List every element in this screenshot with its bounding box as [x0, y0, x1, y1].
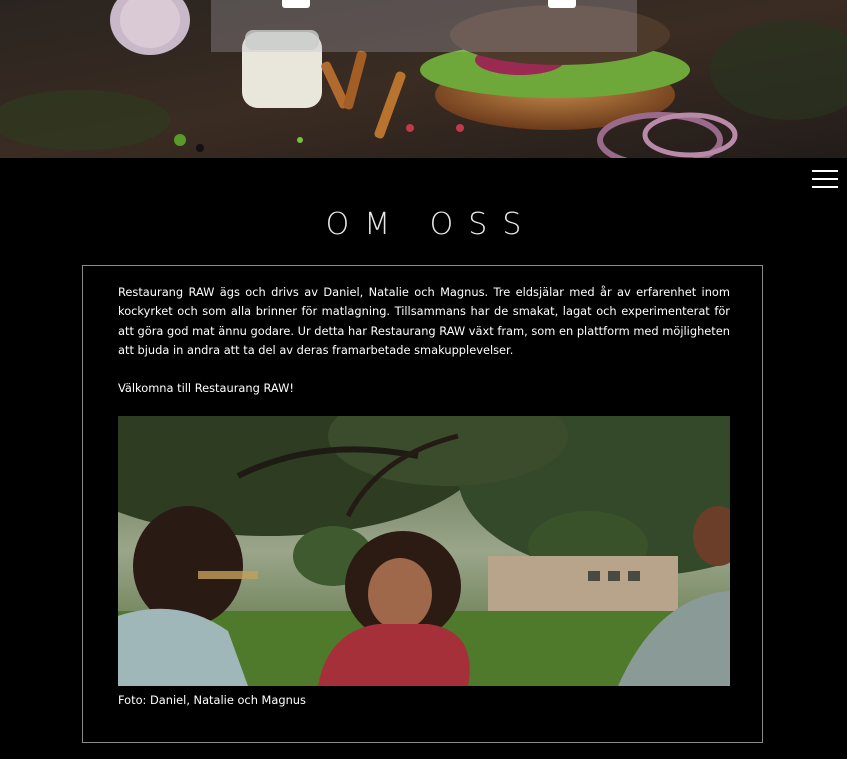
hamburger-line-middle [812, 178, 838, 180]
welcome-text: Välkomna till Restaurang RAW! [118, 381, 294, 395]
about-content-box: Restaurang RAW ägs och drivs av Daniel, … [82, 265, 763, 743]
about-paragraph: Restaurang RAW ägs och drivs av Daniel, … [118, 285, 730, 358]
hamburger-icon[interactable] [812, 168, 838, 190]
hero-food-image [0, 0, 847, 158]
translucent-nav-panel [211, 0, 637, 52]
photo-caption: Foto: Daniel, Natalie och Magnus [118, 693, 306, 707]
hamburger-line-bottom [812, 186, 838, 188]
nav-panel-mark-left [282, 0, 310, 8]
hamburger-line-top [812, 170, 838, 172]
three-people-in-park-photo [118, 416, 730, 686]
page-title: OM OSS [325, 207, 537, 242]
nav-panel-mark-right [548, 0, 576, 8]
park-photo-illustration [118, 416, 730, 686]
